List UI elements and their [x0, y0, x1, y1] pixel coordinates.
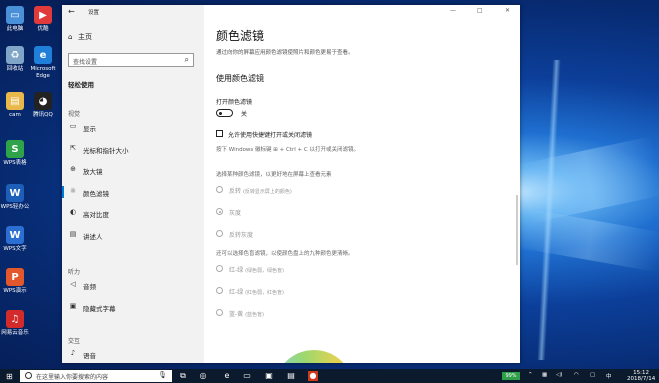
narrator-icon: ▤ — [69, 229, 77, 238]
radio-button[interactable] — [216, 309, 223, 316]
search-icon — [25, 372, 32, 379]
radio-label: 反转 (反转显示屏上的颜色) — [229, 188, 292, 195]
search-icon: ⌕ — [184, 55, 189, 64]
shortcut-checkbox[interactable] — [216, 130, 223, 137]
settings-sidebar: ⌂ 主页 查找设置 ⌕ 轻松使用 视觉 ▭ 显示 ⇱ 光标和指针大小 ⊕ 放大镜 ☼ 颜色滤镜 ◐… — [62, 5, 204, 363]
radio-button[interactable] — [216, 230, 223, 237]
desktop-icon[interactable]: ▭ 此电脑 — [0, 6, 30, 33]
scrollbar[interactable] — [516, 195, 518, 265]
color-filter-icon: ☼ — [69, 186, 77, 195]
back-button[interactable]: ← — [68, 7, 75, 16]
group-hearing: 听力 — [68, 269, 81, 276]
page-description: 通过向你的屏幕应用颜色滤镜使照片和颜色更易于查看。 — [216, 50, 354, 56]
battery-indicator[interactable]: 99% — [502, 372, 520, 380]
task-view-icon[interactable]: ⧉ — [178, 371, 188, 381]
shortcut-hint: 按下 Windows 徽标键 ⊞ + Ctrl + C 以打开或关闭滤镜。 — [216, 147, 359, 153]
wps-present-icon: P — [6, 268, 24, 286]
desktop-icon[interactable]: ▶ 优酷 — [28, 6, 58, 33]
recorder-icon[interactable]: ● — [308, 371, 318, 381]
sidebar-item[interactable]: ⊕ 放大镜 — [62, 161, 204, 179]
wps-writer-icon: W — [6, 226, 24, 244]
group-vision: 视觉 — [68, 111, 81, 118]
store-icon[interactable]: ▣ — [264, 371, 274, 381]
radio-label: 红-绿 (绿色弱，绿色盲) — [229, 267, 284, 274]
sidebar-item[interactable]: ▣ 隐藏式字幕 — [62, 298, 204, 316]
windows-start-icon[interactable]: ⊞ — [6, 372, 13, 381]
contrast-icon: ◐ — [69, 208, 77, 216]
home-icon: ⌂ — [68, 33, 73, 41]
desktop-icon[interactable]: W WPS轻办公 — [0, 184, 30, 211]
camtasia-icon[interactable]: ▤ — [286, 371, 296, 381]
radio-label: 灰度 — [229, 210, 242, 217]
sidebar-home[interactable]: ⌂ 主页 — [68, 32, 92, 42]
toggle-state: 关 — [241, 111, 248, 118]
volume-icon[interactable]: ◁) — [556, 372, 562, 378]
qq-icon: ◕ — [34, 92, 52, 110]
recycle-bin-icon: ♻ — [6, 46, 24, 64]
sidebar-item[interactable]: ◐ 高对比度 — [62, 204, 204, 222]
taskbar-search-input[interactable]: 在这里输入你要搜索的内容 🎙 — [20, 370, 172, 382]
color-wheel — [274, 350, 354, 363]
wps-sheet-icon: S — [6, 140, 24, 158]
desktop-icon[interactable]: ◕ 腾讯QQ — [28, 92, 58, 119]
netease-music-icon: ♫ — [6, 310, 24, 328]
desktop-icon[interactable]: ♻ 回收站 — [0, 46, 30, 73]
explorer-icon[interactable]: ▭ — [242, 371, 252, 381]
window-title: 设置 — [88, 10, 100, 16]
desktop-icon[interactable]: S WPS表格 — [0, 140, 30, 167]
wifi-icon[interactable]: ◠ — [574, 372, 579, 378]
section-title: 轻松使用 — [68, 81, 94, 89]
desktop-icon[interactable]: ♫ 网易云音乐 — [0, 310, 30, 337]
section-heading: 使用颜色滤镜 — [216, 74, 264, 83]
app-icon[interactable]: ◎ — [198, 371, 208, 381]
notification-icon[interactable]: ▢ — [590, 372, 595, 378]
desktop-icon[interactable]: P WPS演示 — [0, 268, 30, 295]
filter-prompt: 选择某种颜色滤镜，以更好地在屏幕上查看元素 — [216, 172, 332, 178]
settings-content: 颜色滤镜 通过向你的屏幕应用颜色滤镜使照片和颜色更易于查看。 使用颜色滤镜 打开… — [204, 5, 520, 363]
desktop-icon[interactable]: e Microsoft Edge — [28, 46, 58, 80]
edge-icon: e — [34, 46, 52, 64]
clock[interactable]: 15:12 2018/7/14 — [627, 370, 655, 382]
radio-label: 反转灰度 — [229, 232, 254, 239]
input-language[interactable]: 中 — [606, 372, 612, 380]
settings-search-input[interactable]: 查找设置 ⌕ — [68, 53, 194, 67]
sidebar-item[interactable]: ♪ 语音 — [62, 345, 204, 363]
cursor-icon: ⇱ — [70, 143, 76, 152]
sidebar-item[interactable]: ⇱ 光标和指针大小 — [62, 140, 204, 158]
shortcut-checkbox-label: 允许使用快捷键打开或关闭滤镜 — [228, 132, 313, 139]
taskbar: ⊞ 在这里输入你要搜索的内容 🎙 ⧉ ◎ e ▭ ▣ ▤ ● 99% ⌃ ▦ ◁… — [0, 369, 659, 383]
microphone-icon[interactable]: 🎙 — [158, 371, 167, 379]
toggle-label: 打开颜色滤镜 — [216, 99, 253, 106]
radio-label: 红-绿 (红色弱，红色盲) — [229, 289, 284, 296]
sidebar-item[interactable]: ▤ 讲述人 — [62, 226, 204, 244]
network-icon[interactable]: ▦ — [542, 372, 547, 378]
settings-window: ⌂ 主页 查找设置 ⌕ 轻松使用 视觉 ▭ 显示 ⇱ 光标和指针大小 ⊕ 放大镜 ☼ 颜色滤镜 ◐… — [62, 5, 520, 363]
folder-icon: ▤ — [6, 92, 24, 110]
sidebar-item[interactable]: ▭ 显示 — [62, 118, 204, 136]
colorblind-prompt: 还可以选择色盲滤镜，以使颜色盘上的九种颜色更清晰。 — [216, 251, 354, 257]
magnifier-icon: ⊕ — [70, 165, 76, 173]
youku-icon: ▶ — [34, 6, 52, 24]
audio-icon: ◁ — [70, 280, 76, 288]
radio-label: 蓝-黄 (蓝色盲) — [229, 311, 264, 318]
radio-button[interactable] — [216, 287, 223, 294]
edge-icon[interactable]: e — [222, 371, 232, 381]
tray-up-icon[interactable]: ⌃ — [528, 372, 533, 378]
radio-button[interactable] — [216, 265, 223, 272]
captions-icon: ▣ — [69, 301, 77, 310]
computer-icon: ▭ — [6, 6, 24, 24]
sidebar-item[interactable]: ☼ 颜色滤镜 — [62, 183, 204, 201]
radio-button[interactable] — [216, 186, 223, 193]
color-filter-toggle[interactable] — [216, 109, 233, 117]
desktop-icon[interactable]: ▤ cam — [0, 92, 30, 119]
desktop-icon[interactable]: W WPS文字 — [0, 226, 30, 253]
wps-office-icon: W — [6, 184, 24, 202]
radio-button[interactable] — [216, 208, 223, 215]
page-title: 颜色滤镜 — [216, 29, 265, 43]
group-interaction: 交互 — [68, 338, 81, 345]
display-icon: ▭ — [69, 122, 77, 130]
sidebar-item[interactable]: ◁ 音频 — [62, 276, 204, 294]
speech-icon: ♪ — [70, 349, 76, 357]
